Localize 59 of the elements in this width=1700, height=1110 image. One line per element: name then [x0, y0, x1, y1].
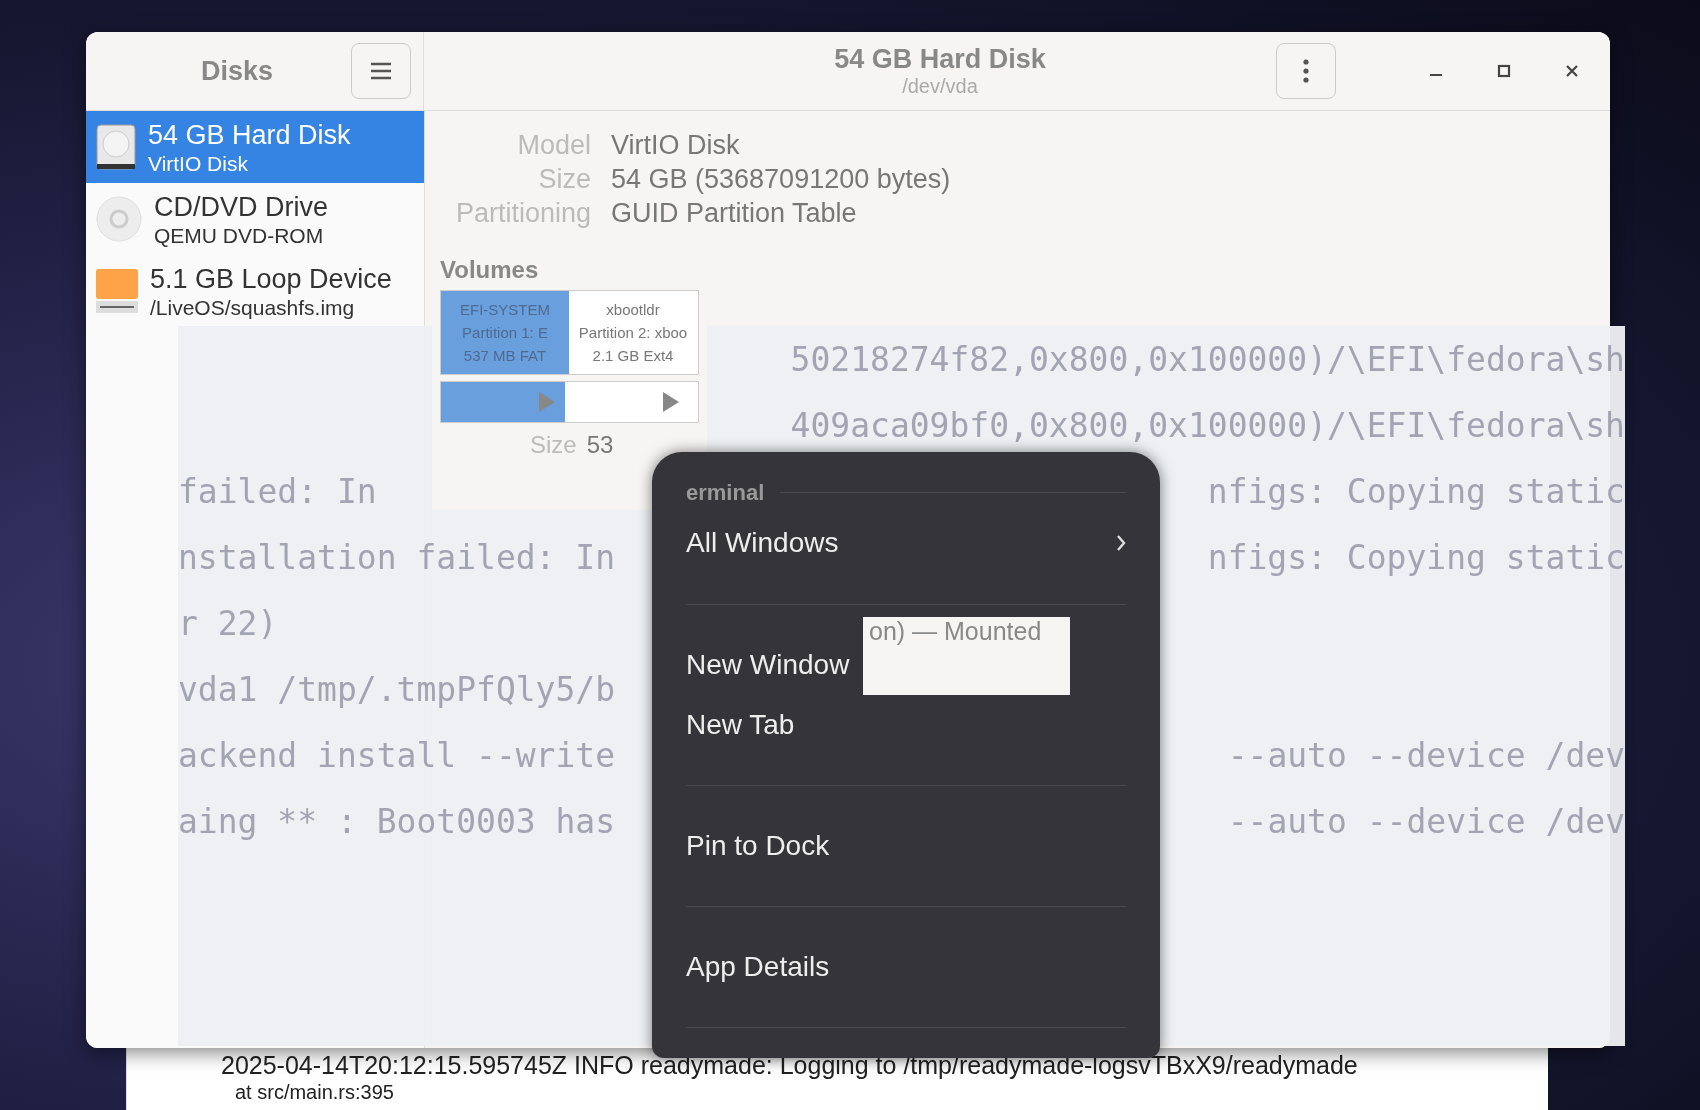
partition-name: EFI-SYSTEM	[460, 301, 550, 318]
info-label: Size	[537, 163, 591, 195]
play-icon	[539, 392, 555, 412]
partition-number: Partition 1: E	[462, 324, 548, 341]
terminal-text: --auto --device /dev	[1227, 801, 1625, 841]
partition-number: Partition 2: xboo	[578, 324, 688, 341]
log-line: at src/main.rs:395	[234, 1080, 394, 1104]
device-detail: VirtIO Disk	[148, 150, 249, 176]
device-name: 54 GB Hard Disk	[148, 118, 351, 151]
maximize-icon[interactable]	[1496, 63, 1512, 79]
volumes-heading: Volumes	[440, 256, 540, 284]
device-item[interactable]: 5.1 GB Loop Device /LiveOS/squashfs.img	[86, 255, 424, 327]
volume-description: on) — Mounted	[863, 617, 1070, 695]
size-value: 53	[586, 431, 614, 459]
app-title: Disks	[200, 55, 273, 87]
device-detail: /LiveOS/squashfs.img	[150, 294, 356, 320]
menu-item[interactable]: Pin to Dock	[686, 815, 830, 876]
terminal-text: aing ** : Boot0003 has	[178, 801, 616, 841]
menu-item[interactable]: New Tab	[686, 694, 795, 755]
partition-name: xbootldr	[606, 301, 660, 318]
chevron-right-icon	[1116, 534, 1126, 553]
info-label: Model	[516, 129, 591, 161]
terminal-text: ackend install --write	[178, 735, 616, 775]
terminal-text: nstallation failed: In	[178, 537, 616, 577]
terminal-text: 409aca09bf0,0x800,0x100000)/\EFI\fedora\sh	[790, 405, 1625, 445]
menu-item[interactable]: App Details	[686, 936, 830, 998]
terminal-text: failed: In	[178, 471, 377, 511]
disc-icon	[96, 196, 142, 242]
device-detail: QEMU DVD-ROM	[154, 222, 325, 248]
terminal-text: --auto --device /dev	[1227, 735, 1625, 775]
device-item[interactable]: CD/DVD Drive QEMU DVD-ROM	[86, 183, 424, 255]
play-icon	[663, 392, 679, 412]
size-label: Size	[530, 431, 577, 459]
info-value: GUID Partition Table	[611, 197, 858, 229]
info-value: 54 GB (53687091200 bytes)	[611, 163, 951, 195]
terminal-text: nfigs: Copying static	[1207, 537, 1625, 577]
log-line: 2025-04-14T20:12:15.595745Z INFO readymade: Logging to /tmp/readymade-logsvTBxX9/readymade	[221, 1050, 1358, 1080]
info-label: Partitioning	[454, 197, 591, 229]
loop-device-icon	[96, 269, 138, 313]
terminal-text: vda1 /tmp/.tmpPfQly5/b	[178, 669, 616, 709]
partition-segment[interactable]: xbootldr Partition 2: xboo 2.1 GB Ext4	[569, 291, 697, 374]
partition-size: 2.1 GB Ext4	[592, 347, 674, 364]
hamburger-menu-icon	[370, 62, 392, 80]
device-name: CD/DVD Drive	[154, 190, 328, 223]
terminal-text: r 22)	[178, 603, 278, 643]
window-title: 54 GB Hard Disk	[834, 44, 1046, 75]
device-item[interactable]: 54 GB Hard Disk VirtIO Disk	[86, 111, 424, 183]
close-icon[interactable]	[1564, 63, 1580, 79]
terminal-text: 50218274f82,0x800,0x100000)/\EFI\fedora\sh	[790, 339, 1625, 379]
menu-button[interactable]	[351, 43, 411, 99]
menu-item[interactable]: New Window	[686, 634, 850, 695]
window-subtitle: /dev/vda	[902, 75, 978, 98]
vertical-dots-icon	[1303, 59, 1309, 83]
partition-size: 537 MB FAT	[463, 347, 547, 364]
menu-item[interactable]: All Windows	[686, 513, 1126, 574]
info-value: VirtIO Disk	[611, 129, 741, 161]
device-name: 5.1 GB Loop Device	[150, 262, 392, 295]
menu-header: erminal	[686, 479, 765, 506]
terminal-text: nfigs: Copying static	[1207, 471, 1625, 511]
